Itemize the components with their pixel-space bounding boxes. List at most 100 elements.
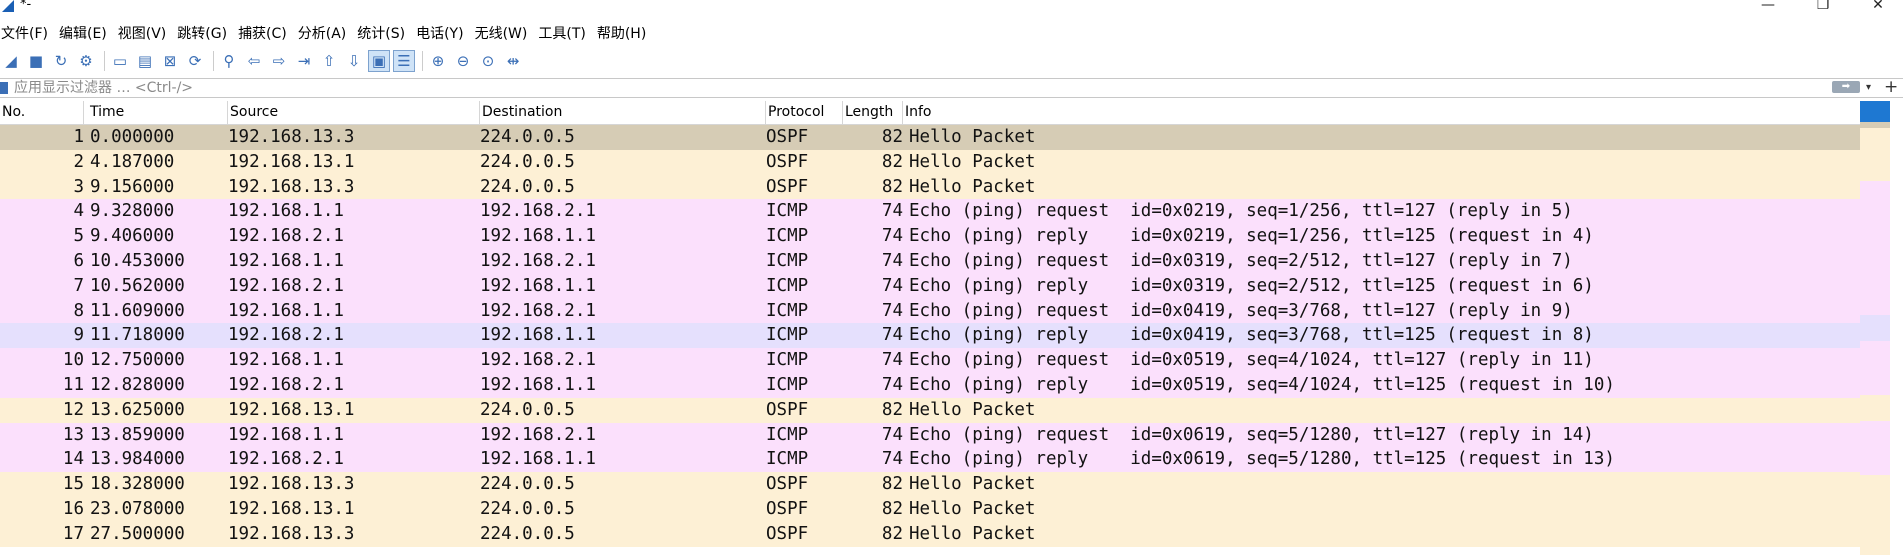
menu-item[interactable]: 视图(V) — [117, 23, 176, 43]
close-button[interactable]: ✕ — [1855, 0, 1901, 16]
menu-item[interactable]: 编辑(E) — [58, 23, 116, 43]
zoom-out-icon[interactable]: ⊖ — [452, 50, 474, 72]
packet-dst-cell: 192.168.2.1 — [480, 424, 596, 445]
go-first-icon[interactable]: ⇧ — [318, 50, 340, 72]
resize-columns-icon[interactable]: ⇹ — [502, 50, 524, 72]
column-header-time[interactable]: Time — [84, 101, 228, 124]
scrollbar-thumb[interactable] — [1860, 101, 1890, 122]
packet-dst-cell: 192.168.2.1 — [480, 300, 596, 321]
minimize-button[interactable]: — — [1745, 0, 1791, 16]
packet-row[interactable]: 13 13.859000 192.168.1.1 192.168.2.1 ICMP 74 E… — [0, 422, 1860, 448]
zoom-normal-icon[interactable]: ⊙ — [477, 50, 499, 72]
filter-history-dropdown-icon[interactable]: ▾ — [1866, 79, 1871, 96]
packet-row[interactable]: 11 12.828000 192.168.2.1 192.168.1.1 ICMP 74 E… — [0, 372, 1860, 398]
restore-button[interactable]: ❐ — [1800, 0, 1846, 16]
find-packet-icon[interactable]: ⚲ — [218, 50, 240, 72]
filter-bookmark-icon[interactable] — [0, 82, 8, 94]
packet-row[interactable]: 5 9.406000 192.168.2.1 192.168.1.1 ICMP 74 Ech… — [0, 224, 1860, 249]
menu-item[interactable]: 无线(W) — [474, 23, 537, 43]
menu-item[interactable]: 文件(F) — [0, 23, 57, 43]
menu-item[interactable]: 分析(A) — [297, 23, 356, 43]
open-file-icon[interactable]: ▭ — [109, 50, 131, 72]
column-header-source[interactable]: Source — [228, 101, 480, 124]
apply-filter-arrow-icon[interactable]: ➡ — [1832, 81, 1860, 93]
packet-row[interactable]: 16 23.078000 192.168.13.1 224.0.0.5 OSPF 82 He… — [0, 496, 1860, 522]
add-filter-button-icon[interactable]: + — [1884, 77, 1898, 97]
packet-time-cell: 27.500000 — [90, 523, 185, 544]
packet-row[interactable]: 10 12.750000 192.168.1.1 192.168.2.1 ICMP 74 E… — [0, 348, 1860, 373]
packet-row[interactable]: 1 0.000000 192.168.13.3 224.0.0.5 OSPF 82 Hell… — [0, 125, 1860, 150]
packet-info-cell: Hello Packet — [909, 498, 1036, 519]
packet-minimap-scrollbar[interactable] — [1860, 101, 1890, 555]
packet-row[interactable]: 7 10.562000 192.168.2.1 192.168.1.1 ICMP 74 Ec… — [0, 273, 1860, 299]
packet-time-cell: 13.859000 — [90, 424, 185, 445]
minimap-segment — [1860, 207, 1890, 235]
packet-row[interactable]: 4 9.328000 192.168.1.1 192.168.2.1 ICMP 74 Ech… — [0, 199, 1860, 225]
packet-len-cell: 82 — [881, 399, 903, 420]
packet-src-cell: 192.168.2.1 — [228, 374, 344, 395]
menu-item[interactable]: 帮助(H) — [596, 23, 655, 43]
packet-no-cell: 5 — [73, 226, 84, 247]
restart-capture-icon[interactable]: ↻ — [50, 50, 72, 72]
go-last-icon[interactable]: ⇩ — [343, 50, 365, 72]
go-to-packet-icon[interactable]: ⇥ — [293, 50, 315, 72]
scrollbar-gutter[interactable] — [1890, 101, 1903, 555]
stop-capture-icon[interactable]: ■ — [25, 50, 47, 72]
packet-list-header: No. Time Source Destination Protocol Length In… — [0, 101, 1860, 125]
menu-item[interactable]: 统计(S) — [356, 23, 414, 43]
reload-icon[interactable]: ⟳ — [184, 50, 206, 72]
colorize-icon[interactable]: ☰ — [393, 50, 415, 72]
packet-len-cell: 82 — [881, 176, 903, 197]
packet-dst-cell: 192.168.1.1 — [480, 226, 596, 247]
column-header-protocol[interactable]: Protocol — [766, 101, 843, 124]
menu-item[interactable]: 跳转(G) — [176, 23, 236, 43]
display-filter-bar: ➡ ▾ + — [0, 77, 1903, 98]
column-header-info[interactable]: Info — [903, 101, 1860, 124]
packet-src-cell: 192.168.13.3 — [228, 127, 355, 147]
display-filter-input[interactable] — [14, 79, 1834, 96]
packet-info-cell: Hello Packet — [909, 474, 1036, 495]
packet-row[interactable]: 12 13.625000 192.168.13.1 224.0.0.5 OSPF 82 He… — [0, 397, 1860, 423]
packet-row[interactable]: 3 9.156000 192.168.13.3 224.0.0.5 OSPF 82 Hell… — [0, 174, 1860, 200]
packet-len-cell: 74 — [881, 374, 903, 395]
autoscroll-icon[interactable]: ▣ — [368, 50, 390, 72]
column-header-length[interactable]: Length — [843, 101, 903, 124]
packet-len-cell: 82 — [881, 151, 903, 172]
menu-item[interactable]: 电话(Y) — [415, 23, 472, 43]
packet-row[interactable]: 17 27.500000 192.168.13.3 224.0.0.5 OSPF 82 He… — [0, 521, 1860, 547]
packet-row[interactable]: 6 10.453000 192.168.1.1 192.168.2.1 ICMP 74 Ec… — [0, 248, 1860, 274]
menu-item[interactable]: 捕获(C) — [237, 23, 296, 43]
zoom-in-icon[interactable]: ⊕ — [427, 50, 449, 72]
packet-dst-cell: 224.0.0.5 — [480, 474, 575, 495]
packet-info-cell: Hello Packet — [909, 176, 1036, 197]
packet-len-cell: 82 — [881, 498, 903, 519]
toolbar-separator — [422, 51, 423, 71]
packet-info-cell: Echo (ping) reply id=0x0619, seq=5/1280,… — [909, 449, 1615, 470]
menu-item[interactable]: 工具(T) — [537, 23, 594, 43]
packet-row[interactable]: 8 11.609000 192.168.1.1 192.168.2.1 ICMP 74 Ec… — [0, 298, 1860, 324]
column-header-destination[interactable]: Destination — [480, 101, 766, 124]
packet-time-cell: 13.984000 — [90, 449, 185, 470]
column-header-no[interactable]: No. — [0, 101, 84, 124]
packet-time-cell: 10.562000 — [90, 275, 185, 296]
go-back-icon[interactable]: ⇦ — [243, 50, 265, 72]
packet-len-cell: 74 — [881, 449, 903, 470]
packet-row[interactable]: 14 13.984000 192.168.2.1 192.168.1.1 ICMP 74 E… — [0, 447, 1860, 473]
save-file-icon[interactable]: ▤ — [134, 50, 156, 72]
packet-no-cell: 2 — [73, 151, 84, 172]
packet-row[interactable]: 2 4.187000 192.168.13.1 224.0.0.5 OSPF 82 Hell… — [0, 149, 1860, 175]
packet-no-cell: 4 — [73, 201, 84, 222]
close-file-icon[interactable]: ⊠ — [159, 50, 181, 72]
packet-len-cell: 82 — [881, 523, 903, 544]
packet-time-cell: 9.406000 — [90, 226, 175, 247]
packet-info-cell: Hello Packet — [909, 523, 1036, 544]
minimap-segment — [1860, 181, 1890, 208]
shark-fin-start-icon[interactable]: ◢ — [0, 50, 22, 72]
go-forward-icon[interactable]: ⇨ — [268, 50, 290, 72]
packet-row[interactable]: 15 18.328000 192.168.13.3 224.0.0.5 OSPF 82 He… — [0, 472, 1860, 497]
capture-options-icon[interactable]: ⚙ — [75, 50, 97, 72]
packet-no-cell: 1 — [73, 127, 84, 147]
packet-row[interactable]: 9 11.718000 192.168.2.1 192.168.1.1 ICMP 74 Ec… — [0, 323, 1860, 349]
packet-proto-cell: OSPF — [766, 127, 809, 147]
packet-proto-cell: ICMP — [766, 275, 809, 296]
